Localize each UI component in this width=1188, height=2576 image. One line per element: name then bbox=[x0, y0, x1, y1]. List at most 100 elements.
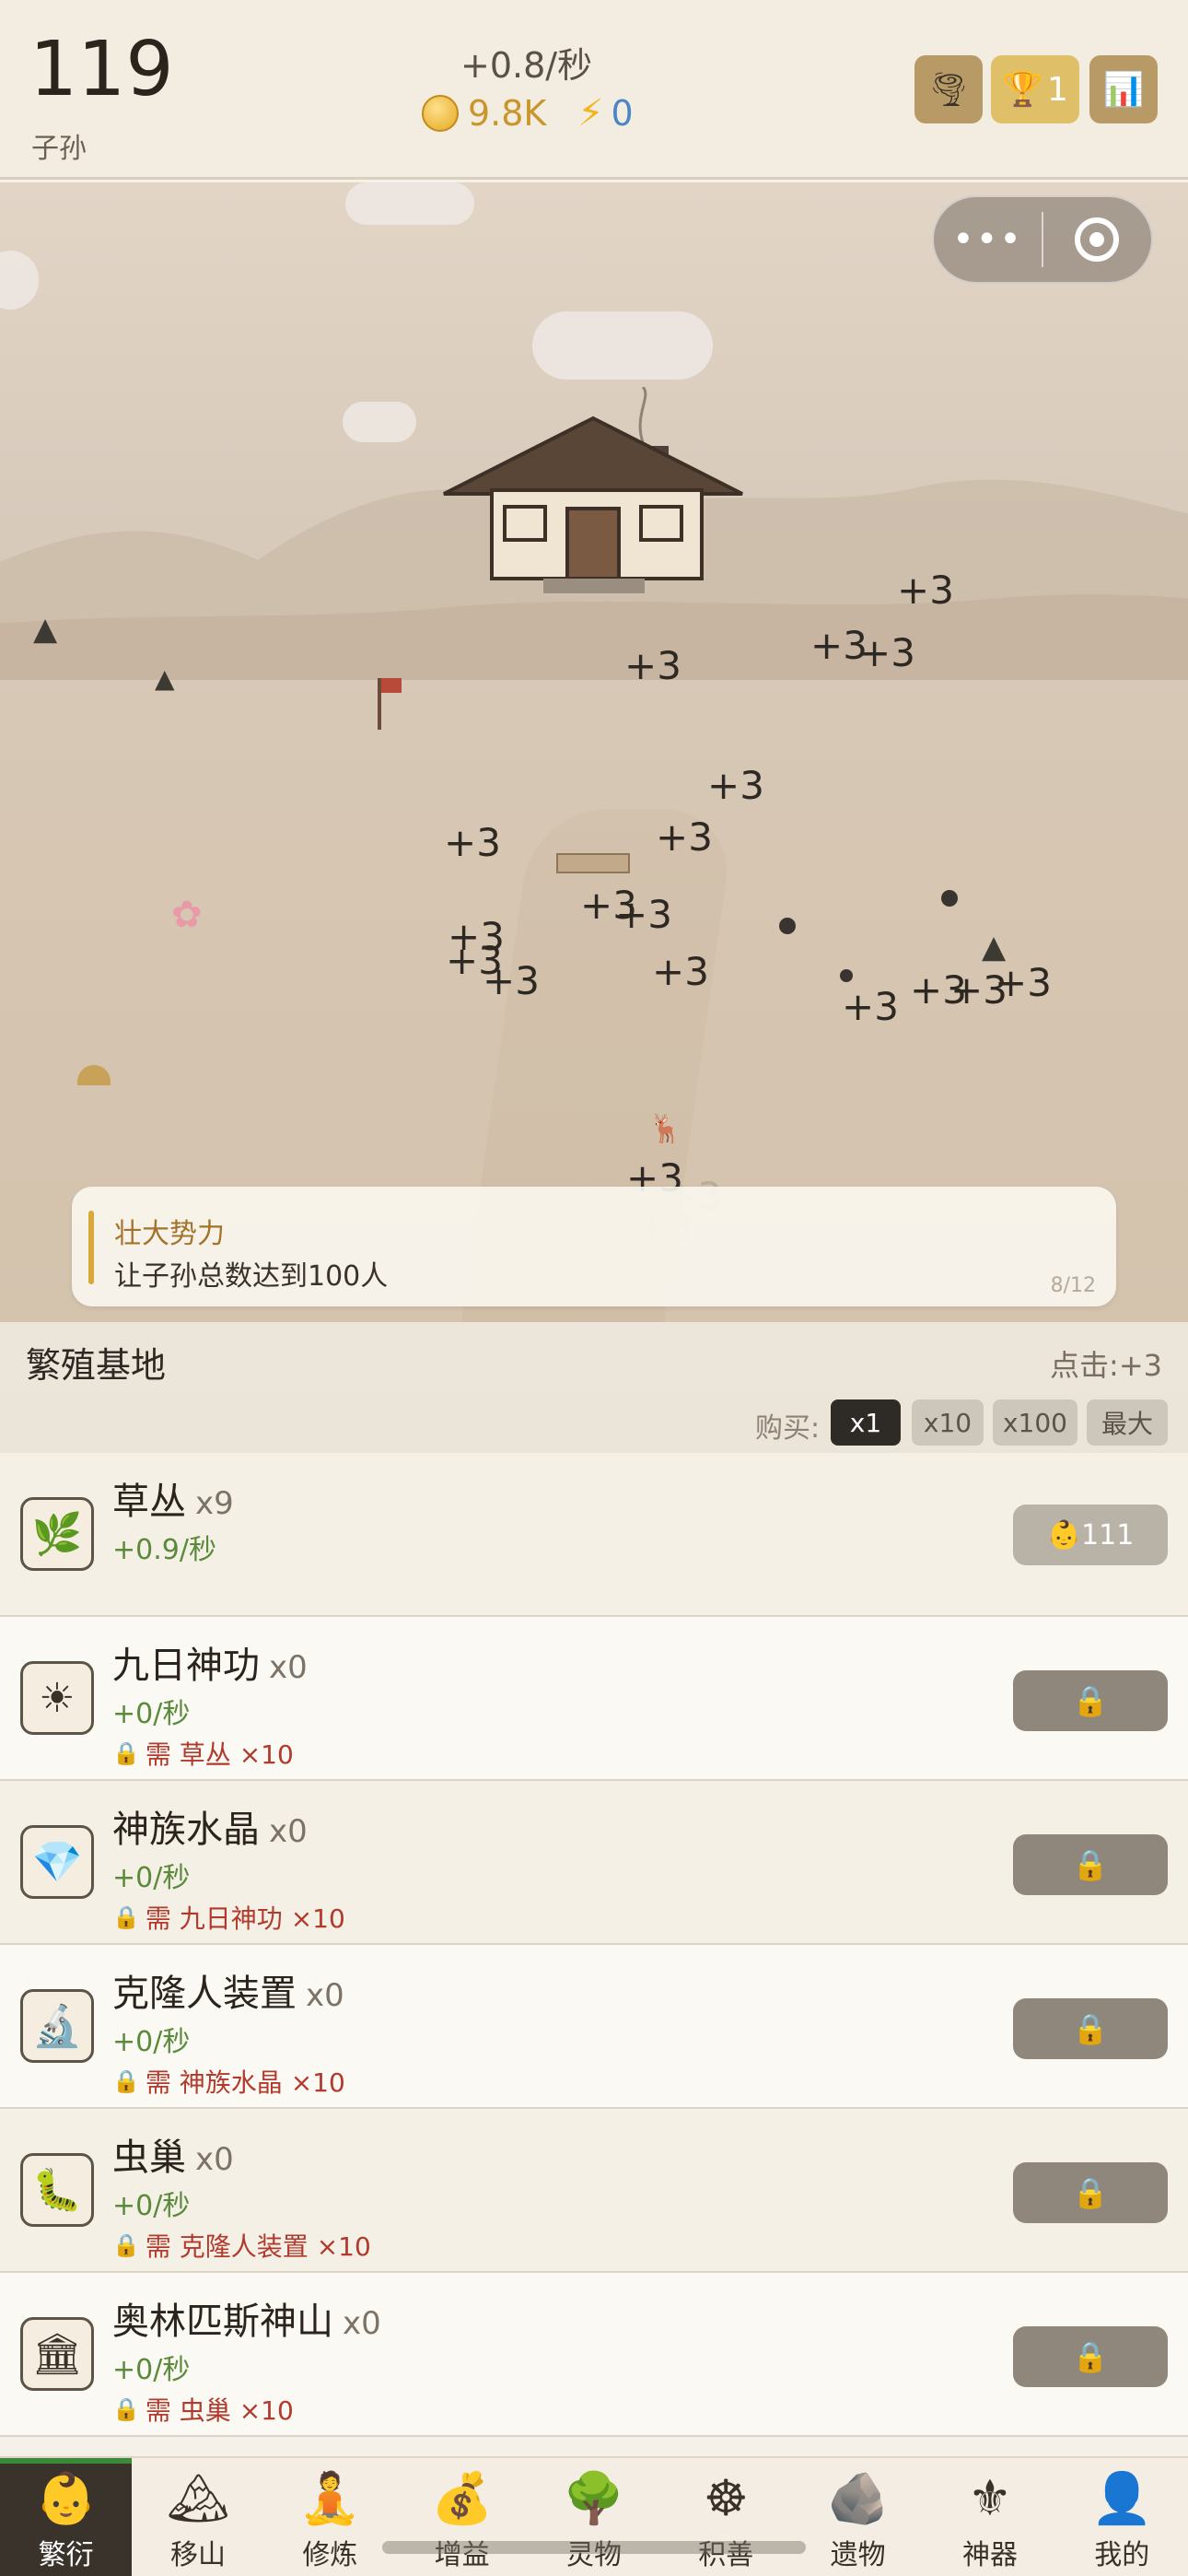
nav-item-reproduce[interactable]: 👶 繁衍 bbox=[0, 2458, 133, 2576]
quest-description: 让子孙总数达到100人 bbox=[114, 1260, 389, 1293]
ball bbox=[941, 890, 958, 907]
item-requirement: 🔒 需 虫巢 ×10 bbox=[112, 2395, 294, 2426]
item-rate: +0/秒 bbox=[112, 2354, 191, 2386]
quest-banner[interactable]: 壮大势力 让子孙总数达到100人 8/12 bbox=[72, 1187, 1116, 1306]
item-name: 奥林匹斯神山 bbox=[112, 2301, 333, 2343]
lock-icon: 🔒 bbox=[112, 1904, 140, 1930]
list-item: 🌿 草丛 x9 +0.9/秒 👶 111 bbox=[0, 1453, 1188, 1617]
floating-gain: +3 bbox=[483, 958, 540, 1003]
item-qty: x0 bbox=[343, 2305, 381, 2342]
building-list: 🌿 草丛 x9 +0.9/秒 👶 111 ☀ 九日神功 x0 +0/秒 🔒 需 草丛 ×… bbox=[0, 1453, 1188, 2437]
bench bbox=[556, 853, 630, 873]
fleur-de-lis-icon: ⚜ bbox=[967, 2469, 1013, 2527]
trophy-count: 1 bbox=[1046, 70, 1068, 109]
currency-row: 9.8K ⚡ 0 bbox=[422, 92, 634, 135]
energy-amount: 0 bbox=[611, 93, 634, 134]
list-item: ☀ 九日神功 x0 +0/秒 🔒 需 草丛 ×10 🔒 bbox=[0, 1617, 1188, 1781]
chart-icon: 📊 bbox=[1102, 71, 1145, 109]
microscope-icon: 🔬 bbox=[20, 1989, 94, 2063]
cloud bbox=[345, 182, 474, 225]
click-value: 点击:+3 bbox=[1050, 1348, 1162, 1383]
list-item: 🐛 虫巢 x0 +0/秒 🔒 需 克隆人装置 ×10 🔒 bbox=[0, 2109, 1188, 2273]
locked-button[interactable]: 🔒 bbox=[1013, 1670, 1168, 1731]
buy-max-button[interactable]: 最大 bbox=[1087, 1399, 1168, 1446]
haystack bbox=[77, 1065, 111, 1085]
nav-item-cultivate[interactable]: 🧘 修炼 bbox=[264, 2458, 396, 2576]
game-scene[interactable]: ••• ▲ ▲ ▲ ✿ 🦌 +3 +3 +3 +3 +3 +3 +3 +3 +3… bbox=[0, 182, 1188, 1322]
lock-icon: 🔒 bbox=[1072, 1683, 1109, 1718]
buy-x100-button[interactable]: x100 bbox=[993, 1399, 1077, 1446]
more-menu-button[interactable]: ••• bbox=[934, 218, 1042, 261]
list-item: 🏛 奥林匹斯神山 x0 +0/秒 🔒 需 虫巢 ×10 🔒 bbox=[0, 2273, 1188, 2437]
item-name: 九日神功 bbox=[112, 1645, 260, 1687]
floating-gain: +3 bbox=[842, 984, 899, 1029]
lightning-icon: ⚡ bbox=[577, 92, 604, 135]
lock-icon: 🔒 bbox=[1072, 2011, 1109, 2046]
nav-item-profile[interactable]: 👤 我的 bbox=[1056, 2458, 1188, 2576]
baby-icon: 👶 bbox=[1046, 1518, 1082, 1551]
cloud bbox=[0, 251, 39, 310]
locked-button[interactable]: 🔒 bbox=[1013, 2326, 1168, 2387]
worm-icon: 🐛 bbox=[20, 2153, 94, 2227]
item-requirement: 🔒 需 九日神功 ×10 bbox=[112, 1903, 345, 1934]
item-name: 草丛 bbox=[112, 1481, 186, 1523]
home-indicator bbox=[382, 2541, 806, 2554]
locked-button[interactable]: 🔒 bbox=[1013, 1834, 1168, 1895]
close-button[interactable] bbox=[1043, 217, 1151, 262]
pine-tree-icon: ▲ bbox=[155, 663, 175, 694]
item-qty: x9 bbox=[195, 1485, 234, 1522]
nav-item-virtue[interactable]: ☸ 积善 bbox=[660, 2458, 792, 2576]
nav-item-spirit[interactable]: 🌳 灵物 bbox=[528, 2458, 659, 2576]
dharma-wheel-icon: ☸ bbox=[704, 2469, 749, 2527]
quest-title: 壮大势力 bbox=[114, 1218, 225, 1250]
item-qty: x0 bbox=[306, 1977, 344, 2014]
nav-item-relics[interactable]: 🪨 遗物 bbox=[792, 2458, 924, 2576]
buy-button[interactable]: 👶 111 bbox=[1013, 1505, 1168, 1565]
temple-icon: 🏛 bbox=[20, 2317, 94, 2391]
gem-icon: 💎 bbox=[20, 1825, 94, 1899]
buy-x1-button[interactable]: x1 bbox=[831, 1399, 901, 1446]
item-name: 神族水晶 bbox=[112, 1809, 260, 1851]
floating-gain: +3 bbox=[707, 763, 764, 808]
bottom-nav: 👶 繁衍 🏔 移山 🧘 修炼 💰 增益 🌳 灵物 ☸ 积善 🪨 遗物 ⚜ 神器 👤 我的 bbox=[0, 2456, 1188, 2576]
item-requirement: 🔒 需 克隆人装置 ×10 bbox=[112, 2231, 371, 2262]
stats-button[interactable]: 📊 bbox=[1089, 55, 1158, 123]
floating-gain: +3 bbox=[858, 630, 915, 675]
user-icon: 👤 bbox=[1090, 2469, 1153, 2527]
meditate-icon: 🧘 bbox=[298, 2469, 361, 2527]
lock-icon: 🔒 bbox=[112, 2068, 140, 2094]
item-rate: +0/秒 bbox=[112, 2026, 191, 2058]
trophy-icon: 🏆 bbox=[1002, 71, 1043, 109]
trophy-button[interactable]: 🏆 1 bbox=[991, 55, 1079, 123]
nav-item-boost[interactable]: 💰 增益 bbox=[396, 2458, 528, 2576]
cloud bbox=[343, 402, 416, 442]
buy-cost: 111 bbox=[1081, 1518, 1135, 1551]
section-header: 繁殖基地 点击:+3 bbox=[0, 1322, 1188, 1394]
baby-icon: 👶 bbox=[35, 2469, 98, 2527]
tornado-button[interactable]: 🌪 bbox=[914, 55, 983, 123]
production-rate: +0.8/秒 bbox=[460, 45, 593, 86]
ball bbox=[779, 918, 796, 934]
coin-icon bbox=[422, 95, 459, 132]
item-name: 虫巢 bbox=[112, 2137, 186, 2179]
buy-x10-button[interactable]: x10 bbox=[912, 1399, 984, 1446]
buy-quantity-bar: 购买: x1 x10 x100 最大 bbox=[0, 1394, 1188, 1453]
quest-accent-bar bbox=[88, 1211, 94, 1284]
item-rate: +0/秒 bbox=[112, 1698, 191, 1730]
item-qty: x0 bbox=[269, 1649, 308, 1686]
nav-item-move-mountain[interactable]: 🏔 移山 bbox=[132, 2458, 263, 2576]
locked-button[interactable]: 🔒 bbox=[1013, 2162, 1168, 2223]
rock-icon: 🪨 bbox=[827, 2469, 890, 2527]
top-status-bar: 119 子孙 +0.8/秒 9.8K ⚡ 0 🌪 🏆 1 📊 bbox=[0, 0, 1188, 180]
sun-icon: ☀ bbox=[20, 1661, 94, 1735]
house[interactable] bbox=[440, 387, 753, 608]
item-requirement: 🔒 需 草丛 ×10 bbox=[112, 1739, 294, 1770]
population-count: 119 bbox=[29, 26, 174, 113]
nav-item-artifacts[interactable]: ⚜ 神器 bbox=[924, 2458, 1055, 2576]
lock-icon: 🔒 bbox=[112, 2396, 140, 2422]
quest-progress: 8/12 bbox=[1050, 1274, 1096, 1297]
locked-button[interactable]: 🔒 bbox=[1013, 1998, 1168, 2059]
item-name: 克隆人装置 bbox=[112, 1973, 297, 2015]
tornado-icon: 🌪 bbox=[927, 71, 970, 109]
list-item: 🔬 克隆人装置 x0 +0/秒 🔒 需 神族水晶 ×10 🔒 bbox=[0, 1945, 1188, 2109]
